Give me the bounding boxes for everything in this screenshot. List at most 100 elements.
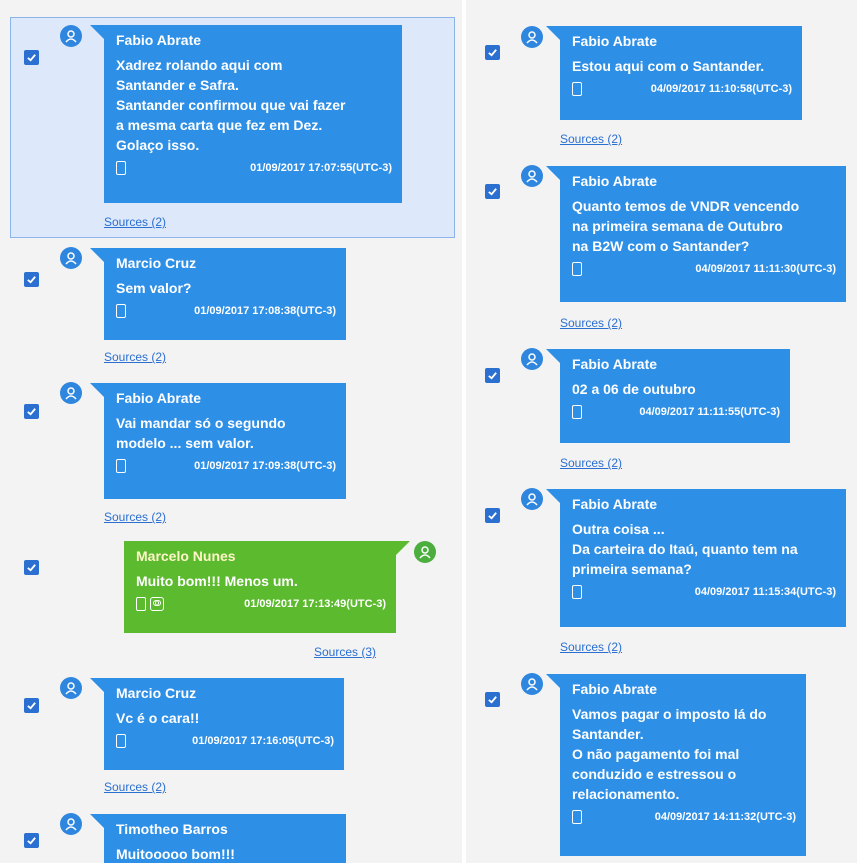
message-checkbox[interactable] xyxy=(485,184,500,199)
sources-link[interactable]: Sources (2) xyxy=(560,316,622,330)
message-meta: 01/09/2017 17:09:38(UTC-3) xyxy=(116,459,336,473)
message-bubble[interactable]: Marcio Cruz Vc é o cara!! 01/09/2017 17:… xyxy=(90,678,344,770)
phone-icon xyxy=(572,405,582,419)
sources-link[interactable]: Sources (2) xyxy=(104,350,166,364)
message-bubble[interactable]: Fabio Abrate Estou aqui com o Santander.… xyxy=(546,26,802,120)
message-meta: 04/09/2017 11:15:34(UTC-3) xyxy=(572,585,836,599)
message-meta: 01/09/2017 17:16:05(UTC-3) xyxy=(116,734,334,748)
sender-name: Timotheo Barros xyxy=(116,821,228,837)
right-chat-column: Fabio Abrate Estou aqui com o Santander.… xyxy=(466,0,857,863)
message-checkbox[interactable] xyxy=(24,404,39,419)
user-avatar-icon xyxy=(60,25,82,47)
phone-icon xyxy=(136,597,146,611)
sender-name: Fabio Abrate xyxy=(572,356,658,372)
phone-icon xyxy=(116,304,126,318)
message-bubble-outgoing[interactable]: Marcelo Nunes Muito bom!!! Menos um. 01/… xyxy=(124,541,410,633)
message-meta: 04/09/2017 11:10:58(UTC-3) xyxy=(572,82,792,96)
checkmark-icon xyxy=(488,188,497,196)
message-timestamp: 01/09/2017 17:07:55(UTC-3) xyxy=(250,162,392,174)
message-bubble[interactable]: Marcio Cruz Sem valor? 01/09/2017 17:08:… xyxy=(90,248,346,340)
checkmark-icon xyxy=(488,512,497,520)
phone-icon xyxy=(116,459,126,473)
message-checkbox[interactable] xyxy=(24,50,39,65)
phone-icon xyxy=(116,161,126,175)
message-meta: 01/09/2017 17:13:49(UTC-3) xyxy=(136,597,386,611)
message-text: 02 a 06 de outubro xyxy=(572,381,696,397)
checkmark-icon xyxy=(27,837,36,845)
message-timestamp: 01/09/2017 17:13:49(UTC-3) xyxy=(244,598,386,610)
message-checkbox[interactable] xyxy=(24,833,39,848)
message-timestamp: 04/09/2017 11:15:34(UTC-3) xyxy=(694,586,836,598)
message-timestamp: 04/09/2017 14:11:32(UTC-3) xyxy=(654,811,796,823)
group-icon xyxy=(150,597,164,611)
sender-name: Fabio Abrate xyxy=(572,173,658,189)
phone-icon xyxy=(572,82,582,96)
message-bubble[interactable]: Fabio Abrate Vamos pagar o imposto lá do… xyxy=(546,674,806,856)
message-text: Muitooooo bom!!! xyxy=(116,846,235,862)
sender-name: Fabio Abrate xyxy=(572,681,658,697)
sources-link[interactable]: Sources (2) xyxy=(560,640,622,654)
message-text: Vamos pagar o imposto lá do Santander. O… xyxy=(572,706,767,802)
user-avatar-icon xyxy=(521,673,543,695)
message-checkbox[interactable] xyxy=(24,272,39,287)
message-bubble[interactable]: Timotheo Barros Muitooooo bom!!! xyxy=(90,814,346,863)
message-meta: 01/09/2017 17:08:38(UTC-3) xyxy=(116,304,336,318)
message-checkbox[interactable] xyxy=(24,698,39,713)
message-checkbox[interactable] xyxy=(485,508,500,523)
sender-name: Fabio Abrate xyxy=(116,390,202,406)
message-bubble[interactable]: Fabio Abrate Xadrez rolando aqui com San… xyxy=(90,25,402,203)
user-avatar-icon xyxy=(60,247,82,269)
message-timestamp: 01/09/2017 17:08:38(UTC-3) xyxy=(194,305,336,317)
message-bubble[interactable]: Fabio Abrate Outra coisa ... Da carteira… xyxy=(546,489,846,627)
sources-link[interactable]: Sources (2) xyxy=(104,780,166,794)
phone-icon xyxy=(572,262,582,276)
message-text: Quanto temos de VNDR vencendo na primeir… xyxy=(572,198,800,254)
user-avatar-icon xyxy=(521,165,543,187)
sources-link[interactable]: Sources (2) xyxy=(104,215,166,229)
sources-link[interactable]: Sources (2) xyxy=(560,456,622,470)
message-text: Estou aqui com o Santander. xyxy=(572,58,765,74)
left-chat-column: Fabio Abrate Xadrez rolando aqui com San… xyxy=(0,0,462,863)
message-meta: 04/09/2017 11:11:55(UTC-3) xyxy=(572,405,780,419)
checkmark-icon xyxy=(27,702,36,710)
message-checkbox[interactable] xyxy=(485,368,500,383)
user-avatar-icon xyxy=(414,541,436,563)
message-timestamp: 04/09/2017 11:10:58(UTC-3) xyxy=(650,83,792,95)
message-text: Vai mandar só o segundo modelo ... sem v… xyxy=(116,415,286,451)
sources-link[interactable]: Sources (2) xyxy=(560,132,622,146)
sender-name: Marcio Cruz xyxy=(116,685,197,701)
message-timestamp: 01/09/2017 17:09:38(UTC-3) xyxy=(194,460,336,472)
checkmark-icon xyxy=(488,696,497,704)
checkmark-icon xyxy=(27,408,36,416)
user-avatar-icon xyxy=(521,488,543,510)
message-text: Vc é o cara!! xyxy=(116,710,200,726)
sources-link[interactable]: Sources (3) xyxy=(314,645,376,659)
sender-name: Fabio Abrate xyxy=(572,33,658,49)
checkmark-icon xyxy=(488,372,497,380)
message-timestamp: 01/09/2017 17:16:05(UTC-3) xyxy=(192,735,334,747)
message-checkbox[interactable] xyxy=(485,45,500,60)
message-bubble[interactable]: Fabio Abrate Vai mandar só o segundo mod… xyxy=(90,383,346,499)
user-avatar-icon xyxy=(521,348,543,370)
sender-name: Fabio Abrate xyxy=(116,32,202,48)
message-bubble[interactable]: Fabio Abrate 02 a 06 de outubro 04/09/20… xyxy=(546,349,790,443)
user-avatar-icon xyxy=(60,382,82,404)
sources-link[interactable]: Sources (2) xyxy=(104,510,166,524)
checkmark-icon xyxy=(488,49,497,57)
sender-name: Fabio Abrate xyxy=(572,496,658,512)
message-meta: 04/09/2017 14:11:32(UTC-3) xyxy=(572,810,796,824)
message-text: Xadrez rolando aqui com Santander e Safr… xyxy=(116,57,346,153)
phone-icon xyxy=(572,585,582,599)
user-avatar-icon xyxy=(521,26,543,48)
message-text: Muito bom!!! Menos um. xyxy=(136,573,298,589)
sender-name: Marcio Cruz xyxy=(116,255,197,271)
phone-icon xyxy=(572,810,582,824)
message-timestamp: 04/09/2017 11:11:55(UTC-3) xyxy=(639,406,780,418)
user-avatar-icon xyxy=(60,677,82,699)
message-checkbox[interactable] xyxy=(24,560,39,575)
message-bubble[interactable]: Fabio Abrate Quanto temos de VNDR vencen… xyxy=(546,166,846,302)
phone-icon xyxy=(116,734,126,748)
message-text: Outra coisa ... Da carteira do Itaú, qua… xyxy=(572,521,798,577)
message-text: Sem valor? xyxy=(116,280,192,296)
message-checkbox[interactable] xyxy=(485,692,500,707)
